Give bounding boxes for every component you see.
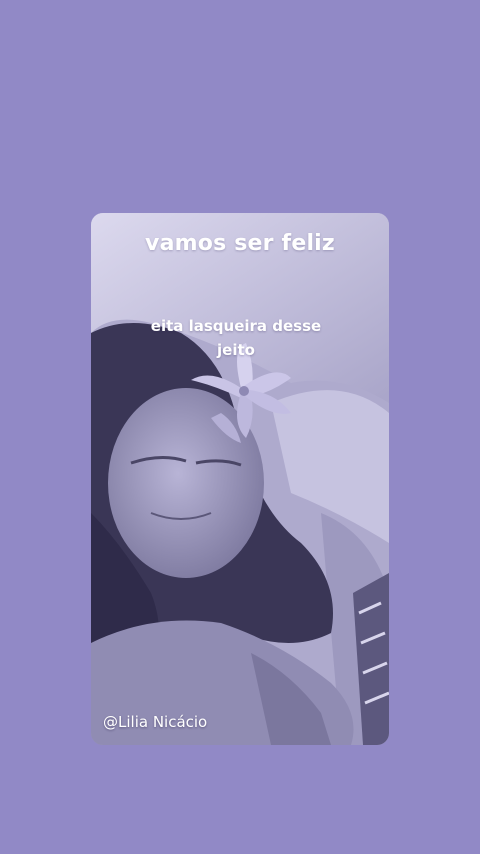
story-caption: eita lasqueira desse jeito <box>150 317 322 359</box>
author-handle[interactable]: @Lilia Nicácio <box>103 713 207 731</box>
story-photo <box>91 213 389 745</box>
story-title: vamos ser feliz <box>145 231 335 256</box>
story-card[interactable]: vamos ser feliz eita lasqueira desse jei… <box>91 213 389 745</box>
story-screen: { "story": { "title": "vamos ser feliz",… <box>0 0 480 854</box>
